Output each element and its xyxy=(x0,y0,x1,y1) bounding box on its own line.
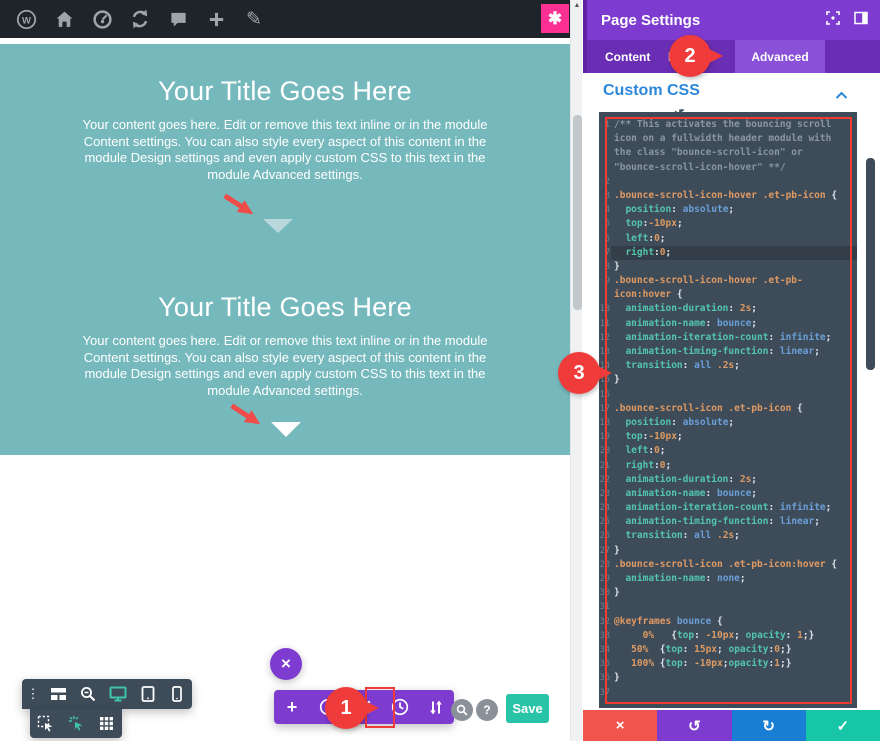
grid-view-icon[interactable] xyxy=(91,716,122,731)
history-clock-icon[interactable] xyxy=(387,698,413,716)
collapse-chevron-icon[interactable] xyxy=(835,87,848,105)
redo-button: ↻ xyxy=(732,710,806,741)
wireframe-view-icon[interactable] xyxy=(44,687,74,701)
comments-icon[interactable] xyxy=(166,7,190,31)
annotation-pin-3: 3 xyxy=(558,352,600,394)
annotation-arrow-2 xyxy=(225,397,267,433)
panel-scrollbar-thumb[interactable] xyxy=(866,158,875,370)
add-icon[interactable]: + xyxy=(279,697,305,718)
edit-pencil-icon[interactable]: ✎ xyxy=(242,7,266,31)
scroll-down-icon[interactable] xyxy=(271,422,301,437)
new-content-plus-icon[interactable] xyxy=(204,7,228,31)
header-module-1: Your Title Goes Here Your content goes h… xyxy=(0,76,570,183)
dashboard-gauge-icon[interactable] xyxy=(90,7,114,31)
drag-handle-dots-icon[interactable]: ⋮ xyxy=(22,686,44,702)
code-rows: 1/** This activates the bouncing scrolli… xyxy=(599,118,857,700)
header-module-2: Your Title Goes Here Your content goes h… xyxy=(0,292,570,399)
panel-header: Page Settings xyxy=(583,0,880,40)
interaction-mode-toolbar xyxy=(30,709,122,738)
close-icon: × xyxy=(281,654,291,674)
custom-css-editor[interactable]: 1/** This activates the bouncing scrolli… xyxy=(599,112,857,708)
updates-refresh-icon[interactable] xyxy=(128,7,152,31)
scrollbar-up-arrow-icon[interactable]: ▲ xyxy=(573,2,581,10)
redo-icon[interactable]: ↻ xyxy=(762,717,775,735)
annotation-pin-2: 2 xyxy=(669,35,711,77)
builder-menu-toggle-button[interactable]: × xyxy=(270,648,302,680)
module-title[interactable]: Your Title Goes Here xyxy=(0,76,570,107)
wp-admin-bar: W ✎ ✱ xyxy=(0,0,570,38)
focus-mode-icon[interactable] xyxy=(826,11,840,30)
portability-icon[interactable] xyxy=(423,699,449,716)
divi-builder-screen: W ✎ ✱ Your Title Goes Here Your content … xyxy=(0,0,880,741)
undo-button: ↺ xyxy=(657,710,731,741)
module-body-text[interactable]: Your content goes here. Edit or remove t… xyxy=(66,333,504,399)
discard-button: × xyxy=(583,710,657,741)
desktop-view-icon[interactable] xyxy=(103,686,133,702)
zoom-out-view-icon[interactable] xyxy=(74,686,104,702)
settings-tab-bar: Content Design Advanced xyxy=(583,40,880,73)
svg-text:W: W xyxy=(22,15,31,26)
save-button[interactable]: Save xyxy=(506,694,549,723)
phone-view-icon[interactable] xyxy=(162,686,192,702)
module-title[interactable]: Your Title Goes Here xyxy=(0,292,570,323)
tab-advanced[interactable]: Advanced xyxy=(735,40,825,73)
scrollbar-thumb[interactable] xyxy=(573,115,582,310)
annotation-pin-1: 1 xyxy=(325,687,367,729)
divi-extra-logo-icon[interactable]: ✱ xyxy=(541,4,569,33)
panel-resize-edge[interactable] xyxy=(583,0,587,73)
panel-layout-icon[interactable] xyxy=(854,11,868,30)
panel-title: Page Settings xyxy=(601,12,700,29)
undo-icon[interactable]: ↺ xyxy=(688,717,701,735)
multiselect-icon[interactable] xyxy=(30,715,61,732)
accept-button: ✓ xyxy=(806,710,880,741)
tab-content[interactable]: Content xyxy=(605,40,650,73)
tablet-view-icon[interactable] xyxy=(133,686,163,702)
module-body-text[interactable]: Your content goes here. Edit or remove t… xyxy=(66,117,504,183)
scroll-down-icon[interactable] xyxy=(263,219,293,233)
wordpress-logo-icon[interactable]: W xyxy=(14,7,38,31)
page-settings-panel: Page Settings Content Design Advanced Cu… xyxy=(583,0,880,741)
view-mode-toolbar: ⋮ xyxy=(22,679,192,709)
help-button[interactable]: ? xyxy=(476,699,498,721)
panel-footer: × ↺ ↻ ✓ xyxy=(583,710,880,741)
zoom-icon[interactable] xyxy=(451,699,473,721)
custom-css-section-heading[interactable]: Custom CSS xyxy=(603,82,700,100)
click-mode-icon[interactable] xyxy=(61,715,92,732)
check-icon[interactable]: ✓ xyxy=(837,717,850,735)
fullwidth-header-section[interactable]: Your Title Goes Here Your content goes h… xyxy=(0,44,570,455)
panel-body: Custom CSS Custom CSS ↺ 1/** This activa… xyxy=(583,73,880,705)
home-icon[interactable] xyxy=(52,7,76,31)
close-icon[interactable]: × xyxy=(616,717,625,734)
annotation-arrow-1 xyxy=(218,187,260,223)
page-preview: Your Title Goes Here Your content goes h… xyxy=(0,38,570,741)
